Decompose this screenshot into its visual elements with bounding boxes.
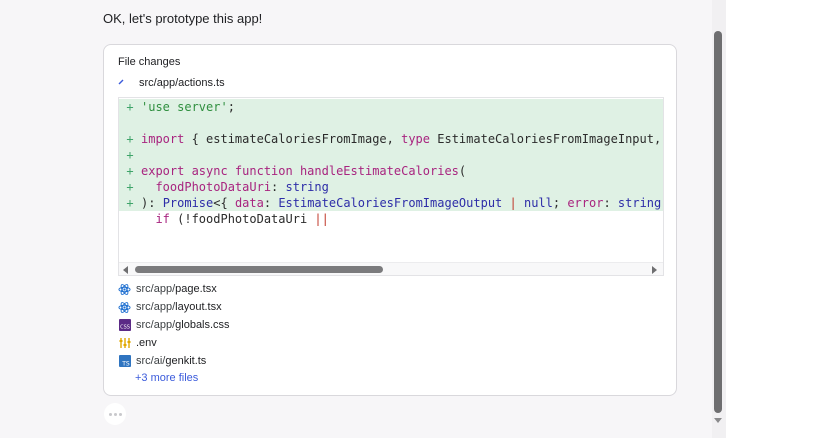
file-name: .env [136,337,157,349]
file-name: globals.css [175,319,230,331]
typing-dot [108,412,112,416]
file-changes-title: File changes [118,56,181,68]
code-diff-view[interactable]: +'use server'; + import { estimateCalorie… [118,97,664,276]
active-file-path[interactable]: src/app/actions.ts [139,77,225,89]
typescript-file-icon: TS [118,355,131,368]
file-dir: src/app/ [136,319,176,331]
file-changes-card: File changes src/app/actions.ts +'use se… [103,44,677,396]
code-line: if (!foodPhotoDataUri || [141,212,329,226]
code-line: + import { estimateCaloriesFromImage, typ… [119,131,663,147]
typing-dot [118,412,122,416]
file-dir: src/ai/ [136,355,166,367]
env-file-icon [118,337,131,350]
vertical-scrollbar-thumb[interactable] [714,31,722,413]
code-line: + [119,147,663,163]
react-icon [118,301,131,314]
code-line: +): Promise<{ data: EstimateCaloriesFrom… [119,195,663,211]
file-name: layout.tsx [175,301,222,313]
file-name: page.tsx [175,283,217,295]
horizontal-scrollbar-thumb[interactable] [135,266,383,273]
horizontal-scrollbar[interactable] [119,262,663,275]
scroll-down-arrow-icon[interactable] [714,418,722,423]
pencil-icon [118,79,124,85]
more-files-link[interactable]: +3 more files [135,372,198,384]
file-name: genkit.ts [165,355,207,367]
code-line [119,115,663,131]
scroll-right-arrow-icon[interactable] [652,266,657,274]
file-item-globals[interactable]: CSS src/app/globals.css [118,317,230,333]
code-line: +'use server'; [119,99,663,115]
css-file-icon: CSS [118,319,131,332]
code-line: + foodPhotoDataUri: string [119,179,663,195]
file-dir: src/app/ [136,301,176,313]
file-item-env[interactable]: .env [118,335,157,351]
file-item-layout[interactable]: src/app/layout.tsx [118,299,222,315]
right-panel-background [726,0,816,438]
typing-dot [113,412,117,416]
svg-text:TS: TS [121,361,130,368]
assistant-message: OK, let's prototype this app! [103,11,263,26]
file-item-page[interactable]: src/app/page.tsx [118,281,217,297]
typing-indicator [104,403,126,425]
svg-text:CSS: CSS [120,325,130,331]
file-item-genkit[interactable]: TS src/ai/genkit.ts [118,353,206,369]
scroll-left-arrow-icon[interactable] [123,266,128,274]
code-line: + export async function handleEstimateCal… [119,163,663,179]
react-icon [118,283,131,296]
file-dir: src/app/ [136,283,176,295]
